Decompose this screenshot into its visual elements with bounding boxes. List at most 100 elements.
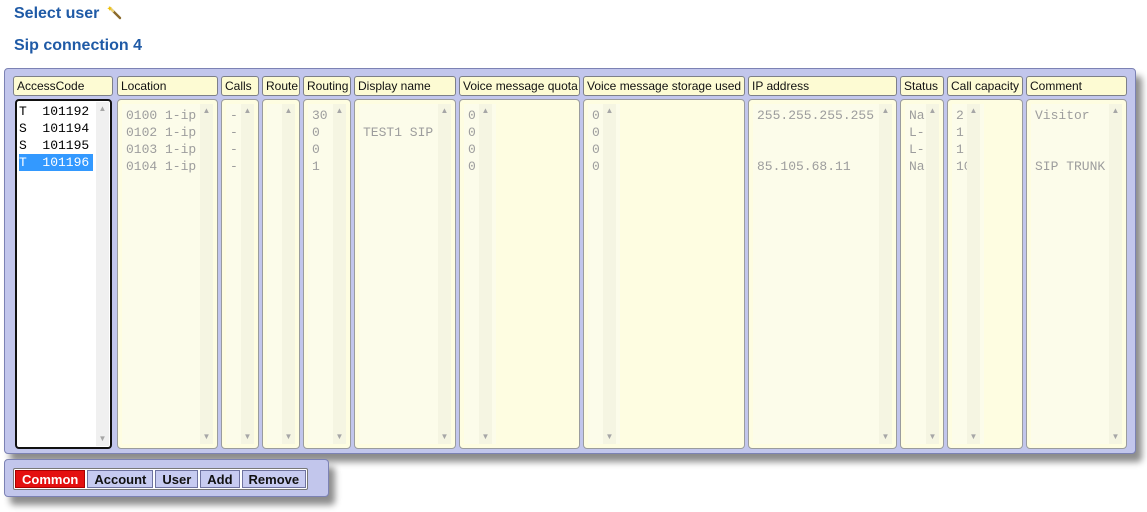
scroll-up-arrow-icon[interactable]: ▲ bbox=[1109, 106, 1122, 116]
magic-wand-icon[interactable] bbox=[107, 6, 123, 25]
ip-address-lines: 255.255.255.255 85.105.68.11 bbox=[757, 107, 878, 175]
vm-storage-scrollbar[interactable]: ▲ ▼ bbox=[603, 104, 616, 444]
scroll-down-arrow-icon[interactable]: ▼ bbox=[241, 432, 254, 442]
action-button-group: Common Account User Add Remove bbox=[13, 468, 309, 490]
account-button[interactable]: Account bbox=[87, 470, 154, 488]
access-code-lines: T 101192 S 101194 S 101195 T 101196 bbox=[19, 103, 94, 171]
list-item[interactable]: SIP TRUNK bbox=[1035, 158, 1109, 175]
scroll-up-arrow-icon[interactable]: ▲ bbox=[333, 106, 346, 116]
routing-lines: 30 0 0 1 bbox=[312, 107, 332, 175]
list-item[interactable] bbox=[1035, 141, 1109, 158]
list-item[interactable]: 0 bbox=[312, 124, 332, 141]
list-item[interactable]: 255.255.255.255 bbox=[757, 107, 878, 124]
comment-list[interactable]: Visitor SIP TRUNK ▲ ▼ bbox=[1026, 99, 1127, 449]
route-list[interactable]: ▲ ▼ bbox=[262, 99, 300, 449]
list-item[interactable] bbox=[1035, 124, 1109, 141]
list-item[interactable]: T 101196 bbox=[19, 154, 94, 171]
list-item[interactable]: T 101192 bbox=[19, 103, 93, 120]
scroll-up-arrow-icon[interactable]: ▲ bbox=[879, 106, 892, 116]
scroll-down-arrow-icon[interactable]: ▼ bbox=[282, 432, 295, 442]
comment-lines: Visitor SIP TRUNK bbox=[1035, 107, 1109, 175]
common-button[interactable]: Common bbox=[15, 470, 86, 488]
scroll-down-arrow-icon[interactable]: ▼ bbox=[96, 434, 109, 444]
list-item[interactable]: 0104 1-ip bbox=[126, 158, 200, 175]
list-item[interactable] bbox=[757, 141, 878, 158]
add-button[interactable]: Add bbox=[200, 470, 240, 488]
scroll-up-arrow-icon[interactable]: ▲ bbox=[967, 106, 980, 116]
list-item[interactable]: 0102 1-ip bbox=[126, 124, 200, 141]
ip-address-list[interactable]: 255.255.255.255 85.105.68.11 ▲ ▼ bbox=[748, 99, 897, 449]
scroll-up-arrow-icon[interactable]: ▲ bbox=[282, 106, 295, 116]
list-item[interactable] bbox=[363, 158, 437, 175]
location-lines: 0100 1-ip 0102 1-ip 0103 1-ip 0104 1-ip bbox=[126, 107, 200, 175]
scroll-down-arrow-icon[interactable]: ▼ bbox=[926, 432, 939, 442]
status-list[interactable]: Na L- L- Na ▲ ▼ bbox=[900, 99, 944, 449]
scroll-up-arrow-icon[interactable]: ▲ bbox=[479, 106, 492, 116]
list-item[interactable]: S 101195 bbox=[19, 137, 93, 154]
header-access-code: AccessCode bbox=[13, 76, 113, 96]
scroll-down-arrow-icon[interactable]: ▼ bbox=[200, 432, 213, 442]
list-item[interactable]: 0100 1-ip bbox=[126, 107, 200, 124]
vm-quota-scrollbar[interactable]: ▲ ▼ bbox=[479, 104, 492, 444]
location-list[interactable]: 0100 1-ip 0102 1-ip 0103 1-ip 0104 1-ip ▲ ▼ bbox=[117, 99, 218, 449]
users-panel: AccessCode Location Calls Route Routing … bbox=[4, 68, 1136, 454]
comment-scrollbar[interactable]: ▲ ▼ bbox=[1109, 104, 1122, 444]
header-calls: Calls bbox=[221, 76, 259, 96]
list-item[interactable]: TEST1 SIP bbox=[363, 124, 437, 141]
list-item[interactable] bbox=[757, 124, 878, 141]
scroll-up-arrow-icon[interactable]: ▲ bbox=[603, 106, 616, 116]
status-scrollbar[interactable]: ▲ ▼ bbox=[926, 104, 939, 444]
scroll-down-arrow-icon[interactable]: ▼ bbox=[438, 432, 451, 442]
list-item[interactable]: 0103 1-ip bbox=[126, 141, 200, 158]
scroll-down-arrow-icon[interactable]: ▼ bbox=[333, 432, 346, 442]
vm-quota-list[interactable]: 0000 ▲ ▼ bbox=[459, 99, 580, 449]
header-ip-address: IP address bbox=[748, 76, 897, 96]
display-name-lines: TEST1 SIP bbox=[363, 107, 437, 175]
scroll-up-arrow-icon[interactable]: ▲ bbox=[241, 106, 254, 116]
header-vm-storage: Voice message storage used bbox=[583, 76, 745, 96]
access-code-scrollbar[interactable]: ▲ ▼ bbox=[96, 102, 109, 446]
vm-storage-list[interactable]: 0000 ▲ ▼ bbox=[583, 99, 745, 449]
route-scrollbar[interactable]: ▲ ▼ bbox=[282, 104, 295, 444]
action-panel: Common Account User Add Remove bbox=[4, 459, 329, 497]
header-route: Route bbox=[262, 76, 300, 96]
scroll-down-arrow-icon[interactable]: ▼ bbox=[879, 432, 892, 442]
header-vm-quota: Voice message quota bbox=[459, 76, 580, 96]
access-code-list[interactable]: T 101192 S 101194 S 101195 T 101196 ▲ ▼ bbox=[15, 99, 112, 449]
scroll-up-arrow-icon[interactable]: ▲ bbox=[926, 106, 939, 116]
select-user-label: Select user bbox=[14, 5, 100, 22]
select-user-link[interactable]: Select user bbox=[14, 5, 123, 25]
location-scrollbar[interactable]: ▲ ▼ bbox=[200, 104, 213, 444]
calls-scrollbar[interactable]: ▲ ▼ bbox=[241, 104, 254, 444]
connection-title: Sip connection 4 bbox=[14, 37, 143, 54]
scroll-up-arrow-icon[interactable]: ▲ bbox=[200, 106, 213, 116]
list-item[interactable]: 85.105.68.11 bbox=[757, 158, 878, 175]
header-routing: Routing bbox=[303, 76, 351, 96]
remove-button[interactable]: Remove bbox=[241, 470, 307, 488]
list-item[interactable] bbox=[363, 107, 437, 124]
display-name-scrollbar[interactable]: ▲ ▼ bbox=[438, 104, 451, 444]
list-item[interactable]: 30 bbox=[312, 107, 332, 124]
ip-address-scrollbar[interactable]: ▲ ▼ bbox=[879, 104, 892, 444]
call-capacity-scrollbar[interactable]: ▲ ▼ bbox=[967, 104, 980, 444]
list-item[interactable]: 1 bbox=[312, 158, 332, 175]
scroll-down-arrow-icon[interactable]: ▼ bbox=[479, 432, 492, 442]
scroll-up-arrow-icon[interactable]: ▲ bbox=[438, 106, 451, 116]
scroll-down-arrow-icon[interactable]: ▼ bbox=[603, 432, 616, 442]
user-button[interactable]: User bbox=[155, 470, 199, 488]
scroll-down-arrow-icon[interactable]: ▼ bbox=[1109, 432, 1122, 442]
routing-list[interactable]: 30 0 0 1 ▲ ▼ bbox=[303, 99, 351, 449]
calls-list[interactable]: ---- ▲ ▼ bbox=[221, 99, 259, 449]
header-status: Status bbox=[900, 76, 944, 96]
list-item[interactable]: Visitor bbox=[1035, 107, 1109, 124]
call-capacity-list[interactable]: 2 1 1 10 ▲ ▼ bbox=[947, 99, 1023, 449]
list-item[interactable]: 0 bbox=[312, 141, 332, 158]
list-item[interactable] bbox=[363, 141, 437, 158]
display-name-list[interactable]: TEST1 SIP ▲ ▼ bbox=[354, 99, 456, 449]
header-display-name: Display name bbox=[354, 76, 456, 96]
scroll-down-arrow-icon[interactable]: ▼ bbox=[967, 432, 980, 442]
routing-scrollbar[interactable]: ▲ ▼ bbox=[333, 104, 346, 444]
list-item[interactable]: S 101194 bbox=[19, 120, 93, 137]
scroll-up-arrow-icon[interactable]: ▲ bbox=[96, 104, 109, 114]
header-call-capacity: Call capacity bbox=[947, 76, 1023, 96]
